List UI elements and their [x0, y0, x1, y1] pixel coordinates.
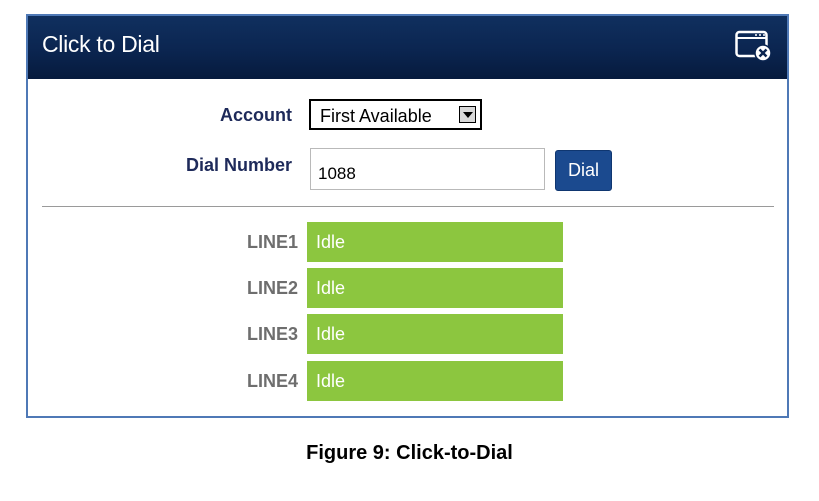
line-label: LINE4: [246, 371, 298, 391]
dial-number-label: Dial Number: [185, 155, 292, 175]
line-status-bar: Idle: [307, 222, 563, 262]
account-select[interactable]: First Available: [309, 99, 482, 130]
dial-button[interactable]: Dial: [555, 150, 612, 191]
line-label: LINE3: [246, 324, 298, 344]
account-label: Account: [220, 105, 292, 125]
chevron-down-icon[interactable]: [459, 106, 476, 123]
dialog-title-bar: Click to Dial: [28, 16, 787, 79]
dialog-title: Click to Dial: [42, 31, 160, 57]
line-label: LINE1: [246, 232, 298, 252]
line-status-bar: Idle: [307, 314, 563, 354]
window-close-icon[interactable]: [735, 28, 773, 62]
dial-number-input[interactable]: [310, 148, 545, 190]
account-select-value: First Available: [320, 106, 432, 126]
line-status-text: Idle: [316, 278, 346, 298]
line-status-text: Idle: [316, 371, 346, 391]
line-status-text: Idle: [316, 232, 346, 252]
line-status-bar: Idle: [307, 268, 563, 308]
line-status-bar: Idle: [307, 361, 563, 401]
click-to-dial-dialog: Click to Dial Account First Available Di…: [26, 14, 789, 418]
divider: [42, 206, 774, 207]
figure-caption: Figure 9: Click-to-Dial: [306, 442, 513, 464]
line-status-text: Idle: [316, 324, 346, 344]
line-label: LINE2: [246, 278, 298, 298]
